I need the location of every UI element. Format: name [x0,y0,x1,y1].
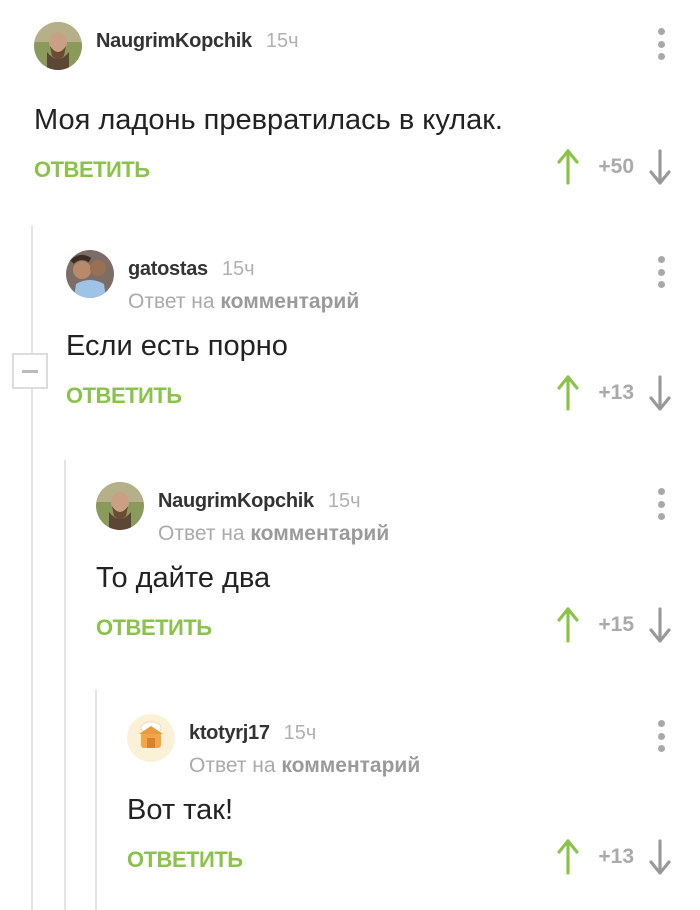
vote-controls: +50 [556,149,672,185]
comment: gatostas 15ч Ответ на комментарий Если ес… [66,250,700,423]
reply-to-link[interactable]: Ответ на комментарий [158,522,389,546]
reply-button[interactable]: ОТВЕТИТЬ [127,847,243,873]
username[interactable]: NaugrimKopchik [96,30,252,52]
thread-line-level-3 [95,690,97,910]
more-vertical-icon[interactable] [655,488,667,520]
comment-text: Если есть порно [66,330,288,362]
timestamp: 15ч [283,722,317,744]
collapse-thread-button[interactable] [12,353,48,389]
score: +13 [598,381,634,404]
upvote-arrow-icon[interactable] [556,375,580,411]
reply-button[interactable]: ОТВЕТИТЬ [34,157,150,183]
avatar[interactable] [34,22,82,70]
comment: NaugrimKopchik 15ч Ответ на комментарий Т… [96,482,700,655]
timestamp: 15ч [265,30,299,52]
comment-text: То дайте два [96,562,271,594]
reply-to-link[interactable]: Ответ на комментарий [128,290,359,314]
vote-controls: +13 [556,839,672,875]
username[interactable]: ktotyrj17 [189,722,270,744]
downvote-arrow-icon[interactable] [648,149,672,185]
upvote-arrow-icon[interactable] [556,149,580,185]
vote-controls: +15 [556,607,672,643]
timestamp: 15ч [327,490,361,512]
avatar[interactable] [127,714,175,762]
comment: ktotyrj17 15ч Ответ на комментарий Вот та… [127,714,700,887]
downvote-arrow-icon[interactable] [648,375,672,411]
comment: NaugrimKopchik 15ч Моя ладонь превратилас… [34,22,700,197]
more-vertical-icon[interactable] [655,256,667,288]
score: +13 [598,845,634,868]
upvote-arrow-icon[interactable] [556,839,580,875]
reply-button[interactable]: ОТВЕТИТЬ [66,383,182,409]
username[interactable]: gatostas [128,258,208,280]
avatar[interactable] [96,482,144,530]
downvote-arrow-icon[interactable] [648,839,672,875]
comment-text: Вот так! [127,794,234,826]
username[interactable]: NaugrimKopchik [158,490,314,512]
reply-to-link[interactable]: Ответ на комментарий [189,754,420,778]
upvote-arrow-icon[interactable] [556,607,580,643]
downvote-arrow-icon[interactable] [648,607,672,643]
vote-controls: +13 [556,375,672,411]
score: +50 [598,155,634,178]
avatar[interactable] [66,250,114,298]
score: +15 [598,613,634,636]
more-vertical-icon[interactable] [655,28,667,60]
reply-button[interactable]: ОТВЕТИТЬ [96,615,212,641]
thread-line-level-1 [31,226,33,910]
more-vertical-icon[interactable] [655,720,667,752]
timestamp: 15ч [221,258,255,280]
thread-line-level-2 [64,460,66,910]
minus-icon [22,369,38,373]
comment-text: Моя ладонь превратилась в кулак. [34,104,503,136]
